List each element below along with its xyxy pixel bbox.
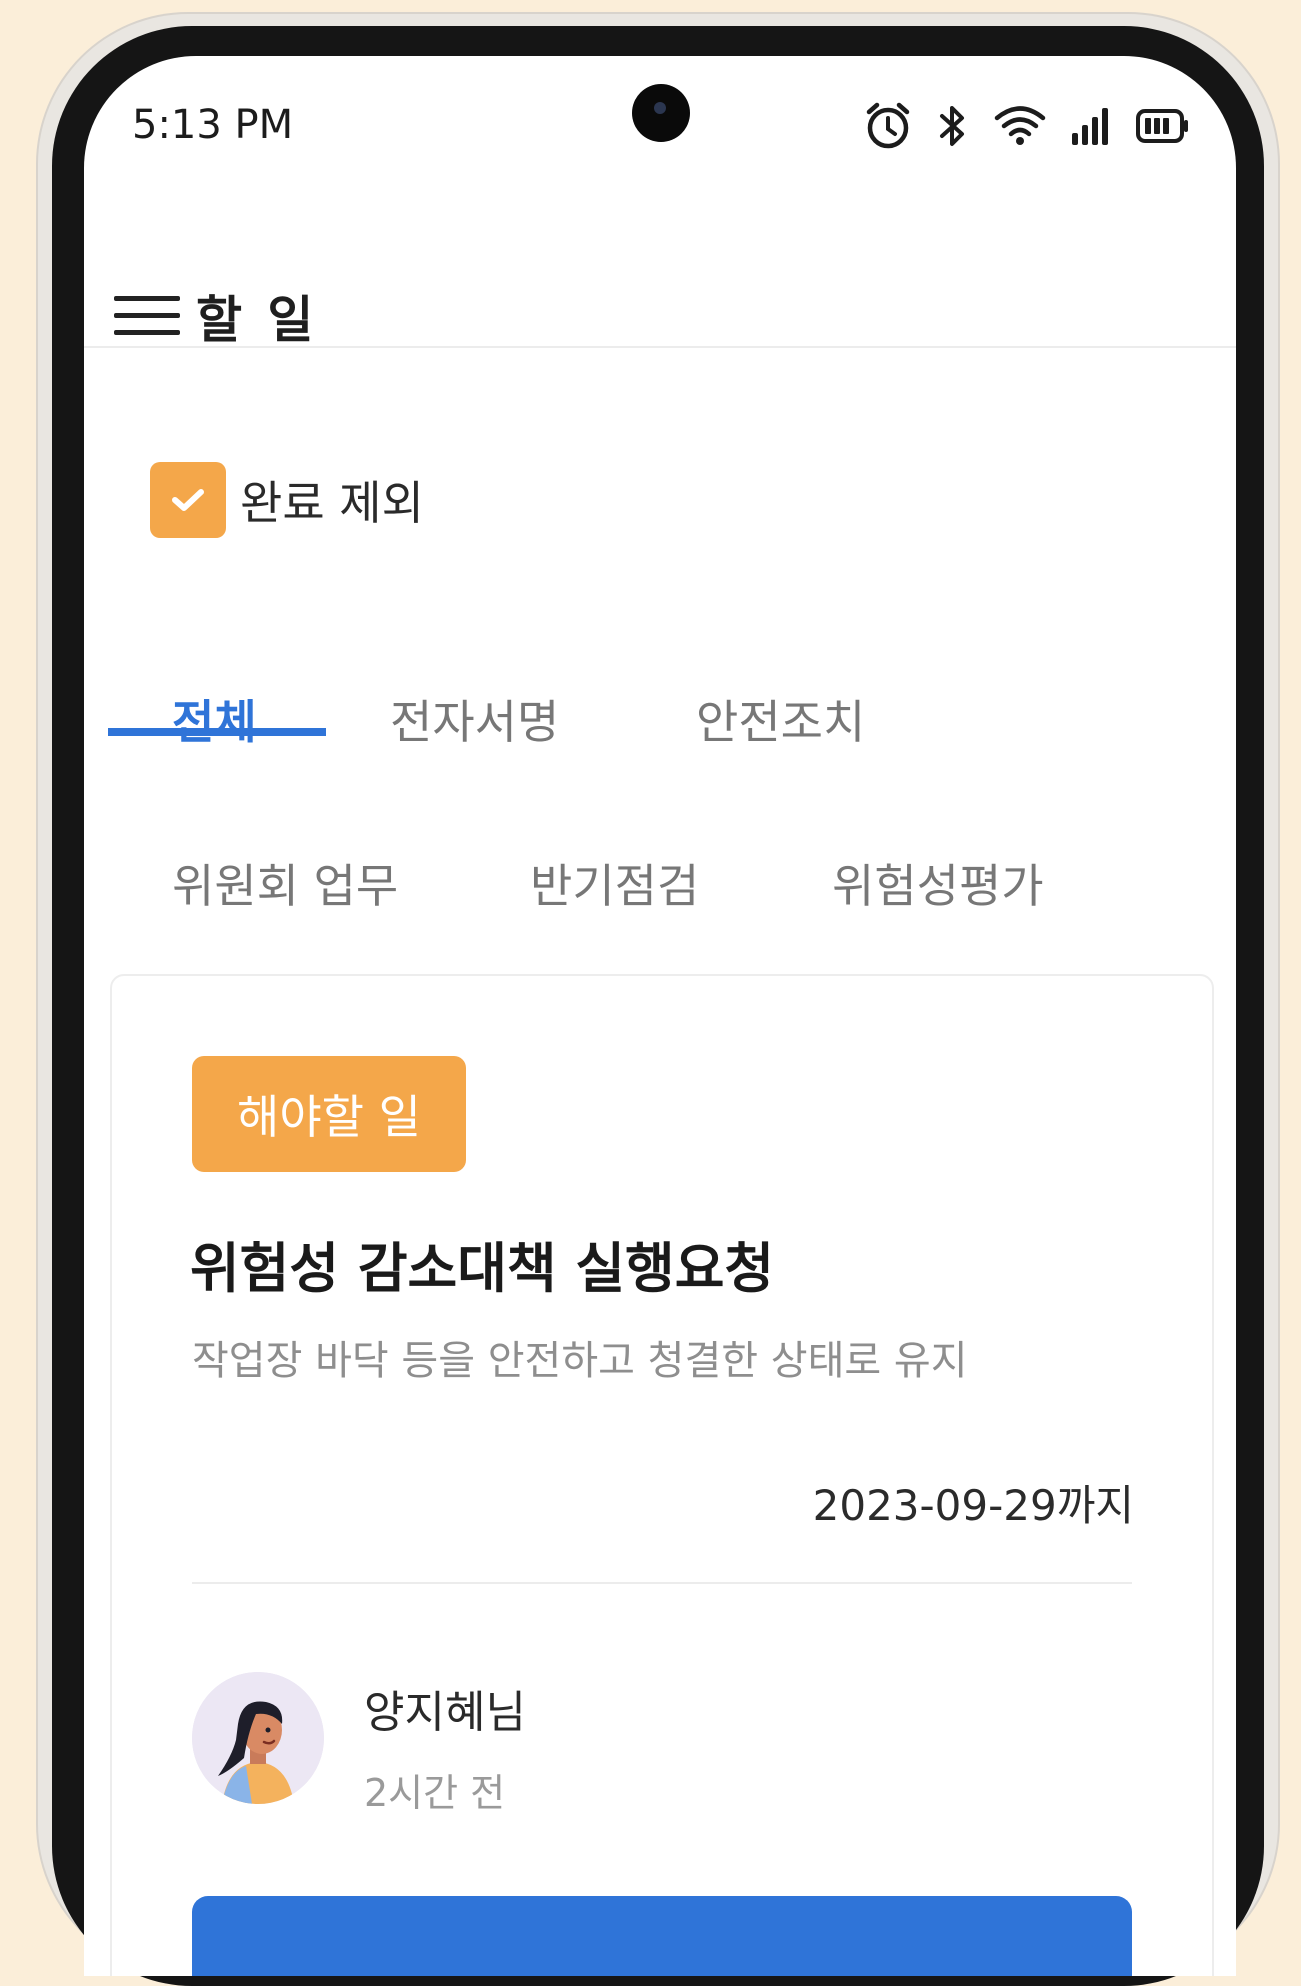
active-tab-indicator xyxy=(108,728,326,736)
hamburger-menu-icon[interactable] xyxy=(114,294,180,342)
tab-row-primary: 전체 전자서명 안전조치 xyxy=(84,656,1236,749)
assignee-avatar xyxy=(192,1672,324,1804)
tab-semiannual-inspection[interactable]: 반기점검 xyxy=(530,850,699,916)
tab-row-secondary: 위원회 업무 반기점검 위험성평가 xyxy=(84,820,1236,913)
exclude-completed-filter[interactable]: 완료 제외 xyxy=(150,462,424,538)
status-bar: 5:13 PM xyxy=(84,56,1236,176)
task-due-date: 2023-09-29까지 xyxy=(812,1481,1134,1530)
tab-all[interactable]: 전체 xyxy=(172,686,257,752)
page-title: 할 일 xyxy=(196,291,318,349)
wifi-icon xyxy=(994,105,1046,147)
status-time: 5:13 PM xyxy=(132,102,294,148)
alarm-icon xyxy=(864,100,912,152)
battery-icon xyxy=(1136,109,1190,143)
assignee-time: 2시간 전 xyxy=(364,1771,506,1815)
tab-risk-assessment[interactable]: 위험성평가 xyxy=(832,850,1044,916)
status-icons xyxy=(864,96,1190,156)
card-action-button[interactable] xyxy=(192,1896,1132,1976)
card-divider xyxy=(192,1582,1132,1584)
exclude-completed-checkbox[interactable] xyxy=(150,462,226,538)
assignee-name: 양지혜님 xyxy=(364,1687,526,1738)
app-screen: 5:13 PM 할 일 완료 제외 전체 전자서명 안전조치 위원회 업무 반기… xyxy=(84,56,1236,1976)
bluetooth-icon xyxy=(936,102,970,150)
app-bar: 할 일 xyxy=(84,226,1236,349)
filter-label: 완료 제외 xyxy=(240,476,424,530)
task-description: 작업장 바닥 등을 안전하고 청결한 상태로 유지 xyxy=(192,1338,968,1384)
status-badge: 해야할 일 xyxy=(192,1056,466,1172)
front-camera xyxy=(632,84,690,142)
tab-e-signature[interactable]: 전자서명 xyxy=(390,686,559,752)
signal-icon xyxy=(1070,105,1112,147)
tab-committee-work[interactable]: 위원회 업무 xyxy=(172,850,398,916)
task-card[interactable]: 해야할 일 위험성 감소대책 실행요청 작업장 바닥 등을 안전하고 청결한 상… xyxy=(110,974,1214,1976)
check-icon xyxy=(172,489,204,511)
task-title: 위험성 감소대책 실행요청 xyxy=(190,1237,775,1300)
tab-safety-measures[interactable]: 안전조치 xyxy=(696,686,865,752)
